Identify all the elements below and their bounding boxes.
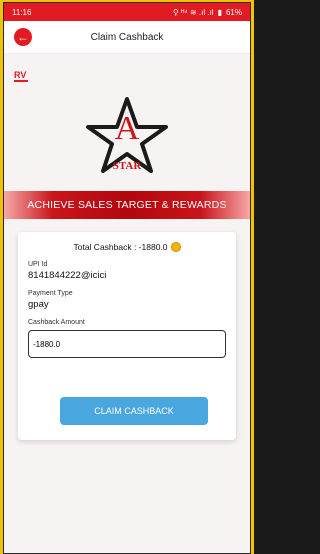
yellow-frame: 11:16 ⚲ ᴴ⁴ ≋ .ıl .ıl ▮ 61% ← Claim Cashb…	[0, 0, 254, 554]
status-bar: 11:16 ⚲ ᴴ⁴ ≋ .ıl .ıl ▮ 61%	[4, 3, 250, 21]
claim-cashback-button[interactable]: CLAIM CASHBACK	[60, 397, 208, 425]
payment-type-label: Payment Type	[28, 290, 73, 297]
arrow-left-icon: ←	[17, 30, 29, 44]
battery-icon: ▮	[217, 7, 222, 17]
coin-icon	[170, 242, 181, 252]
page-title: Claim Cashback	[90, 31, 164, 43]
brand-logo: A STAR	[4, 95, 250, 175]
upi-label: UPI Id	[28, 261, 48, 268]
phone-screen: 11:16 ⚲ ᴴ⁴ ≋ .ıl .ıl ▮ 61% ← Claim Cashb…	[3, 2, 251, 554]
cashback-amount-input[interactable]	[28, 330, 226, 358]
back-button[interactable]: ←	[14, 28, 32, 46]
total-cashback: Total Cashback : -1880.0	[28, 242, 226, 252]
status-indicators: ⚲ ᴴ⁴ ≋ .ıl .ıl	[172, 7, 214, 17]
status-right: ⚲ ᴴ⁴ ≋ .ıl .ıl ▮ 61%	[173, 8, 242, 17]
app-bar: ← Claim Cashback	[4, 21, 250, 54]
cashback-card: Total Cashback : -1880.0 UPI Id 81418442…	[18, 232, 236, 440]
star-logo-icon: A STAR	[86, 97, 168, 173]
battery-level: 61%	[225, 7, 242, 17]
upi-value: 8141844222@icici	[28, 270, 107, 281]
payment-type-value: gpay	[28, 299, 49, 310]
status-time: 11:16	[12, 7, 32, 17]
cashback-amount-label: Cashback Amount	[28, 319, 85, 326]
brand-letter: A	[115, 110, 140, 147]
brand-name: STAR	[113, 160, 143, 172]
svg-text:RV: RV	[14, 70, 26, 80]
rv-logo-icon: RV	[14, 70, 28, 82]
total-cashback-label: Total Cashback : -1880.0	[73, 242, 168, 252]
rewards-banner: ACHIEVE SALES TARGET & REWARDS	[4, 191, 250, 219]
